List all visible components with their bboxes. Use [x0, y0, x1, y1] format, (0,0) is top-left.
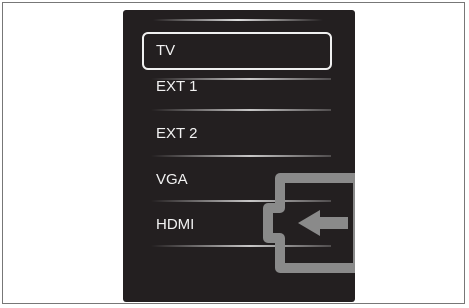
menu-item-ext2[interactable]: EXT 2	[142, 115, 332, 153]
divider	[151, 155, 331, 157]
menu-item-label: EXT 1	[156, 78, 198, 95]
menu-item-label: TV	[156, 42, 176, 59]
menu-item-label: HDMI	[156, 216, 195, 233]
menu-item-label: EXT 2	[156, 125, 198, 142]
menu-item-label: VGA	[156, 171, 188, 188]
divider	[151, 109, 331, 111]
menu-item-tv[interactable]: TV	[142, 32, 332, 70]
source-menu-panel: TV EXT 1 EXT 2 VGA HDMI	[123, 10, 355, 302]
top-glow-divider	[153, 19, 323, 21]
input-arrow-icon	[263, 173, 355, 273]
menu-item-ext1[interactable]: EXT 1	[142, 68, 332, 106]
